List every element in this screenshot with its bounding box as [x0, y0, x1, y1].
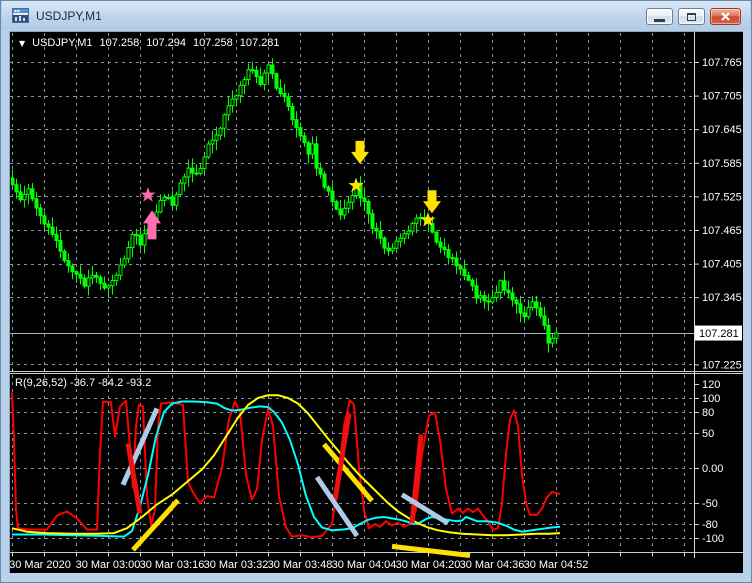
signal-star-icon: ★	[419, 207, 437, 231]
svg-text:107.345: 107.345	[702, 292, 742, 304]
svg-text:107.705: 107.705	[702, 91, 742, 103]
chart-client-area: ★ ★ ★ 107.765 107.705 107.645 107.585 107.525 10…	[9, 31, 744, 574]
panel-chrome	[10, 32, 744, 558]
svg-text:30 Mar 04:04: 30 Mar 04:04	[332, 559, 397, 571]
svg-text:80: 80	[702, 407, 714, 419]
wpr-slow-line	[11, 394, 561, 537]
close-icon	[721, 12, 730, 21]
restore-icon	[687, 12, 696, 21]
svg-text:30 Mar 04:36: 30 Mar 04:36	[460, 559, 525, 571]
svg-text:107.525: 107.525	[702, 191, 742, 203]
svg-text:107.281: 107.281	[699, 328, 739, 340]
svg-text:-50: -50	[702, 498, 718, 510]
svg-text:107.585: 107.585	[702, 158, 742, 170]
indicator-axis-labels: 120 100 80 50 0.00 -50 -80 -100	[694, 379, 724, 545]
minimize-icon	[654, 18, 665, 22]
svg-text:30 Mar 03:16: 30 Mar 03:16	[140, 559, 205, 571]
chart-window-icon	[12, 8, 29, 23]
candles-layer	[11, 58, 559, 353]
wpr-mid-line	[12, 400, 561, 538]
svg-text:30 Mar 03:48: 30 Mar 03:48	[268, 559, 333, 571]
window-title: USDJPY,M1	[36, 8, 102, 23]
svg-text:100: 100	[702, 393, 720, 405]
time-axis-labels: 30 Mar 2020 30 Mar 03:00 30 Mar 03:16 30 Ma…	[10, 559, 588, 571]
svg-text:120: 120	[702, 379, 720, 391]
signal-star-icon: ★	[139, 183, 157, 207]
chart-window: USDJPY,M1 ★ ★ ★ 107.765 107.705 107.645 107.58…	[0, 0, 752, 583]
svg-text:-100: -100	[702, 533, 724, 545]
price-axis-labels: 107.765 107.705 107.645 107.585 107.525 107.4…	[694, 57, 742, 371]
svg-text:107.405: 107.405	[702, 259, 742, 271]
svg-text:107.465: 107.465	[702, 225, 742, 237]
sell-arrow-1: ★	[347, 140, 369, 197]
minimize-button[interactable]	[646, 8, 673, 25]
trend-segment-8	[391, 543, 471, 558]
wpr-fast-line	[11, 392, 561, 539]
trend-segments-layer	[120, 407, 471, 558]
svg-text:107.765: 107.765	[702, 57, 742, 69]
wpr-lines-layer	[11, 392, 561, 539]
svg-text:107.225: 107.225	[702, 359, 742, 371]
svg-text:30 Mar 2020: 30 Mar 2020	[10, 559, 71, 571]
svg-text:30 Mar 03:00: 30 Mar 03:00	[76, 559, 141, 571]
svg-text:50: 50	[702, 428, 714, 440]
close-button[interactable]	[710, 8, 741, 25]
svg-text:30 Mar 03:32: 30 Mar 03:32	[204, 559, 269, 571]
chart-canvas[interactable]: ★ ★★107.765107.705107.645107.585107.52510…	[10, 32, 744, 574]
svg-text:30 Mar 04:20: 30 Mar 04:20	[396, 559, 461, 571]
restore-button[interactable]	[678, 8, 705, 25]
current-price-label: 107.281	[695, 325, 742, 341]
signal-star-icon: ★	[347, 173, 365, 197]
window-titlebar[interactable]: USDJPY,M1	[2, 1, 750, 30]
svg-text:107.645: 107.645	[702, 124, 742, 136]
svg-text:-80: -80	[702, 519, 718, 531]
svg-text:30 Mar 04:52: 30 Mar 04:52	[524, 559, 589, 571]
window-controls	[646, 8, 741, 25]
svg-text:0.00: 0.00	[702, 463, 723, 475]
